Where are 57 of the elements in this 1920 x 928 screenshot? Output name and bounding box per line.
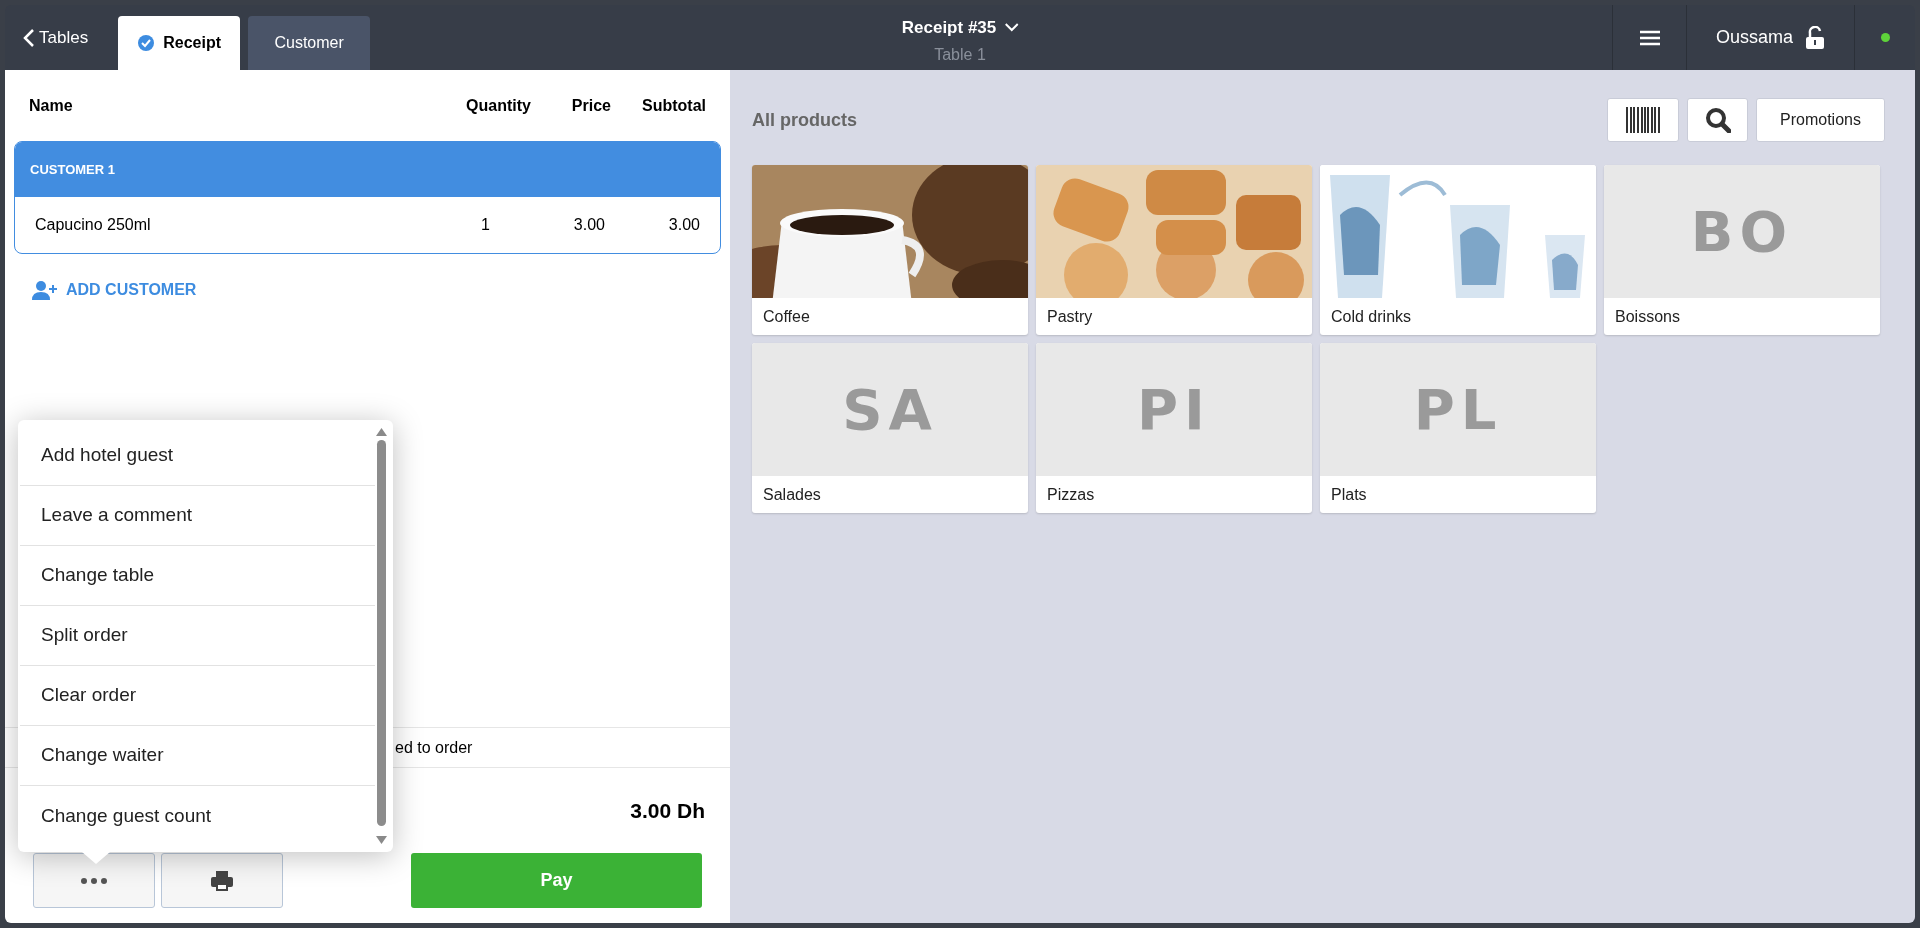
category-tile[interactable]: PL Plats bbox=[1320, 343, 1596, 513]
category-name: Plats bbox=[1330, 484, 1368, 505]
menu-item[interactable]: Change table bbox=[20, 546, 375, 606]
category-tile[interactable]: Coffee bbox=[752, 165, 1028, 335]
menu-item[interactable]: Change waiter bbox=[20, 726, 375, 786]
column-header: Name bbox=[29, 96, 74, 116]
search-icon bbox=[1704, 107, 1731, 133]
column-header: Subtotal bbox=[641, 96, 706, 116]
scrollbar[interactable] bbox=[376, 428, 387, 844]
tab[interactable]: Customer bbox=[248, 16, 371, 70]
category-tile[interactable]: Pastry bbox=[1036, 165, 1312, 335]
category-tile[interactable]: PI Pizzas bbox=[1036, 343, 1312, 513]
category-name: Salades bbox=[762, 484, 822, 505]
scroll-down-icon[interactable] bbox=[376, 836, 387, 844]
barcode-icon bbox=[1626, 107, 1660, 133]
menu-item[interactable]: Add hotel guest bbox=[20, 426, 375, 486]
category-name: Pizzas bbox=[1046, 484, 1096, 505]
scroll-up-icon[interactable] bbox=[376, 428, 387, 436]
item-price: 3.00 bbox=[572, 215, 605, 235]
print-button[interactable] bbox=[161, 853, 283, 908]
barcode-button[interactable] bbox=[1607, 98, 1679, 142]
category-tile[interactable]: Cold drinks bbox=[1320, 165, 1596, 335]
category-name: Cold drinks bbox=[1330, 306, 1413, 327]
table-label: Table 1 bbox=[934, 44, 986, 65]
tab[interactable]: Receipt bbox=[118, 16, 241, 70]
menu-item[interactable]: Change guest count bbox=[20, 786, 375, 846]
total-amount: 3.00 Dh bbox=[630, 797, 705, 824]
printer-icon bbox=[211, 870, 233, 891]
category-initials: PI bbox=[1137, 375, 1211, 444]
menu-item[interactable]: Split order bbox=[20, 606, 375, 666]
promotions-button[interactable]: Promotions bbox=[1756, 98, 1885, 142]
category-tile[interactable]: BO Boissons bbox=[1604, 165, 1880, 335]
category-initials: PL bbox=[1413, 375, 1503, 444]
column-header: Quantity bbox=[465, 96, 531, 116]
column-header: Price bbox=[570, 96, 611, 116]
category-name: Boissons bbox=[1614, 306, 1681, 327]
item-quantity: 1 bbox=[480, 215, 490, 235]
add-user-icon bbox=[32, 280, 58, 300]
menu-item[interactable]: Clear order bbox=[20, 666, 375, 726]
section-title: All products bbox=[752, 108, 857, 132]
receipt-title[interactable]: Receipt #35 bbox=[901, 15, 1019, 41]
more-icon bbox=[81, 877, 107, 884]
category-initials: BO bbox=[1690, 197, 1794, 266]
order-row[interactable]: Capucino 250ml 1 3.00 3.00 bbox=[15, 197, 720, 253]
category-name: Pastry bbox=[1046, 306, 1094, 327]
category-name: Coffee bbox=[762, 306, 811, 327]
category-tile[interactable]: SA Salades bbox=[752, 343, 1028, 513]
chevron-left-icon bbox=[23, 27, 35, 48]
item-name: Capucino 250ml bbox=[35, 215, 152, 235]
menu-item[interactable]: Leave a comment bbox=[20, 486, 375, 546]
back-button[interactable]: Tables bbox=[5, 5, 119, 70]
chevron-down-icon bbox=[1004, 23, 1019, 33]
item-subtotal: 3.00 bbox=[667, 215, 700, 235]
category-initials: SA bbox=[842, 375, 938, 444]
check-circle-icon bbox=[137, 34, 156, 52]
comment-text: ed to order bbox=[395, 737, 473, 758]
search-button[interactable] bbox=[1687, 98, 1748, 142]
